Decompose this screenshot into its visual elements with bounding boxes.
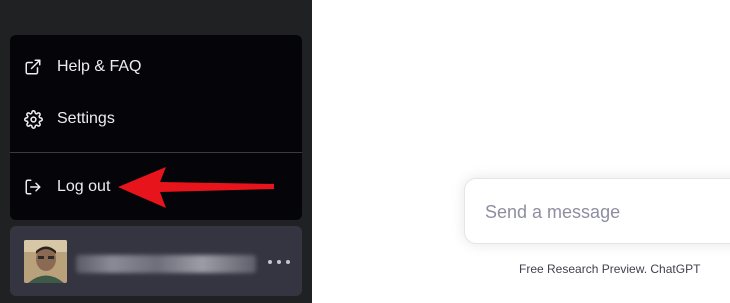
account-button[interactable] [10,226,302,296]
external-link-icon [23,57,43,77]
menu-item-label: Settings [57,110,115,127]
ellipsis-icon[interactable] [268,254,290,270]
sidebar: Help & FAQ Settings Log out [0,0,312,303]
menu-item-settings[interactable]: Settings [10,97,302,141]
logout-icon [23,177,43,197]
app-window: Help & FAQ Settings Log out Send a messa… [0,0,730,303]
message-composer [464,178,730,244]
gear-icon [23,109,43,129]
message-input[interactable] [483,199,730,225]
username-redacted [76,255,256,273]
menu-item-help-faq[interactable]: Help & FAQ [10,45,302,89]
menu-item-label: Log out [57,178,111,195]
main-panel: Free Research Preview. ChatGPT [312,0,730,303]
footer-note: Free Research Preview. ChatGPT [519,262,701,276]
user-menu: Help & FAQ Settings Log out [10,35,302,220]
menu-divider [10,152,302,153]
menu-item-label: Help & FAQ [57,58,142,75]
avatar [24,240,67,283]
menu-item-log-out[interactable]: Log out [10,165,302,209]
